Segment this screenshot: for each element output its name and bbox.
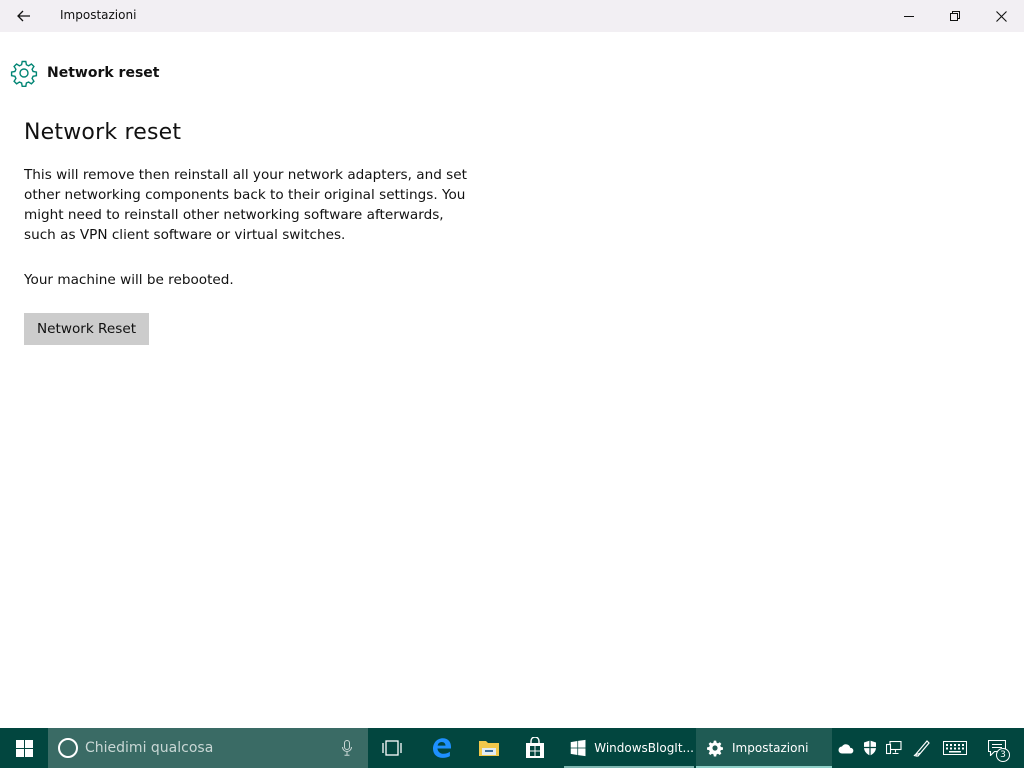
taskbar-app-label: WindowsBlogIt... [594,741,694,755]
network-reset-button[interactable]: Network Reset [24,313,149,345]
edge-browser-button[interactable] [418,728,466,768]
search-placeholder: Chiedimi qualcosa [85,740,214,756]
shield-icon [864,740,876,756]
restore-icon [950,11,960,21]
header-title: Network reset [47,65,160,81]
edge-icon [433,738,451,758]
page-title: Network reset [24,120,182,145]
pen-icon [913,740,930,757]
back-button[interactable] [0,0,48,32]
main-content: Network reset This will remove then rein… [24,120,474,345]
settings-header: Network reset [10,58,159,88]
defender-tray-button[interactable] [858,728,882,768]
window-title: Impostazioni [60,8,137,22]
touch-keyboard-tray-button[interactable] [940,728,970,768]
gear-icon [707,740,723,757]
notification-count-badge: 3 [996,748,1010,762]
file-explorer-button[interactable] [465,728,513,768]
taskbar: Chiedimi qualcosa WindowsBlogIt... Impos… [0,728,1024,768]
close-icon [995,10,1007,22]
windowsblog-app-icon [570,739,586,757]
network-tray-button[interactable] [882,728,906,768]
task-view-icon [382,740,402,756]
cloud-icon [838,743,854,753]
taskbar-app-impostazioni[interactable]: Impostazioni [696,728,832,768]
task-view-button[interactable] [368,728,416,768]
search-box[interactable]: Chiedimi qualcosa [48,728,368,768]
gear-icon [10,60,38,87]
store-button[interactable] [511,728,559,768]
description-text: This will remove then reinstall all your… [24,167,467,243]
cortana-icon [58,738,78,758]
windows-logo-icon [15,739,33,757]
arrow-left-icon [17,10,30,22]
folder-icon [479,741,499,756]
minimize-icon [904,16,914,17]
close-button[interactable] [978,0,1024,32]
taskbar-app-label: Impostazioni [732,741,809,755]
taskbar-app-windowsblog[interactable]: WindowsBlogIt... [564,728,694,768]
keyboard-icon [943,741,967,755]
title-bar: Impostazioni [0,0,1024,32]
network-icon [886,741,902,755]
reboot-note: Your machine will be rebooted. [24,272,234,288]
pen-workspace-tray-button[interactable] [910,728,934,768]
microphone-button[interactable] [332,740,362,756]
store-bag-icon [526,737,544,758]
microphone-icon [342,740,352,756]
action-center-button[interactable]: 3 [984,728,1010,768]
start-button[interactable] [0,728,48,768]
restore-button[interactable] [932,0,978,32]
onedrive-tray-button[interactable] [834,728,858,768]
minimize-button[interactable] [886,0,932,32]
